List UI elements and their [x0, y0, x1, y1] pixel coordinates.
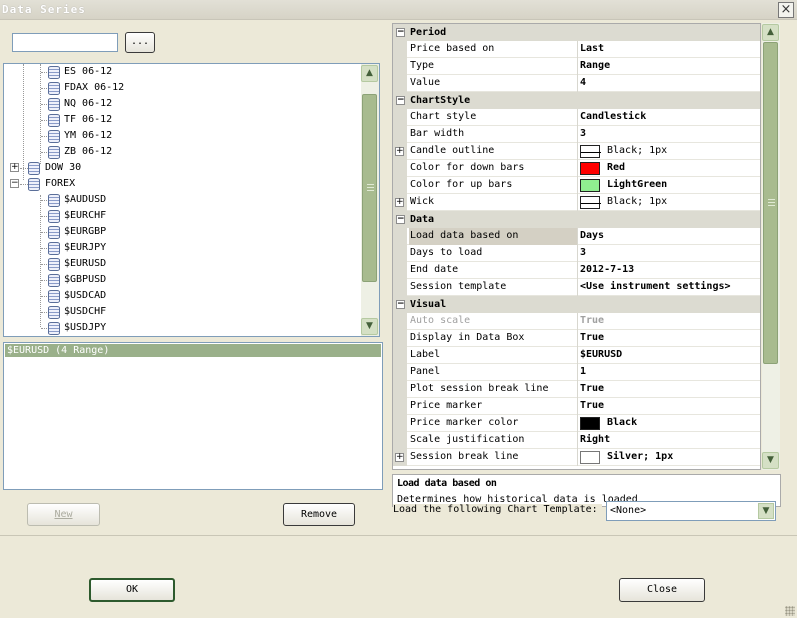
scrollbar-thumb[interactable]: [763, 42, 778, 364]
resize-grip-icon[interactable]: [785, 606, 795, 616]
ok-button[interactable]: OK: [89, 578, 175, 602]
color-swatch-red: [580, 162, 600, 175]
property-grid[interactable]: − Period Price based on Last Type Range …: [392, 23, 761, 470]
property-chart-style[interactable]: Chart style Candlestick: [393, 109, 760, 126]
property-session-template[interactable]: Session template <Use instrument setting…: [393, 279, 760, 296]
color-swatch-black: [580, 417, 600, 430]
database-icon: [48, 114, 60, 127]
dialog-body: ... ES 06-12 FDAX 06-12 NQ 06-12 TF 06-1…: [0, 20, 797, 618]
database-icon: [48, 322, 60, 335]
expand-icon[interactable]: +: [395, 453, 404, 462]
divider: [0, 535, 797, 536]
stroke-swatch: [580, 451, 600, 464]
database-icon: [48, 226, 60, 239]
instrument-search-input[interactable]: [12, 33, 118, 52]
property-price-marker[interactable]: Price marker True: [393, 398, 760, 415]
property-price-based-on[interactable]: Price based on Last: [393, 41, 760, 58]
category-data[interactable]: − Data: [393, 211, 760, 228]
database-icon: [28, 178, 40, 191]
property-grid-scrollbar[interactable]: ▲ ▼: [762, 23, 780, 470]
tree-scrollbar[interactable]: ▲ ▼: [361, 64, 379, 336]
scrollbar-thumb[interactable]: [362, 94, 377, 282]
database-icon: [48, 66, 60, 79]
stroke-swatch: [580, 145, 601, 158]
database-icon: [48, 98, 60, 111]
scroll-down-icon[interactable]: ▼: [762, 452, 779, 469]
property-bar-width[interactable]: Bar width 3: [393, 126, 760, 143]
property-value[interactable]: Value 4: [393, 75, 760, 92]
collapse-icon[interactable]: −: [396, 215, 405, 224]
category-chart-style[interactable]: − ChartStyle: [393, 92, 760, 109]
property-end-date[interactable]: End date 2012-7-13: [393, 262, 760, 279]
property-panel[interactable]: Panel 1: [393, 364, 760, 381]
database-icon: [48, 130, 60, 143]
scroll-down-icon[interactable]: ▼: [361, 318, 378, 335]
database-icon: [48, 258, 60, 271]
property-load-data-based-on[interactable]: Load data based on Days: [393, 228, 760, 245]
property-color-down-bars[interactable]: Color for down bars Red: [393, 160, 760, 177]
property-scale-justification[interactable]: Scale justification Right: [393, 432, 760, 449]
scroll-up-icon[interactable]: ▲: [762, 24, 779, 41]
series-item-selected[interactable]: $EURUSD (4 Range): [5, 344, 381, 357]
series-list[interactable]: $EURUSD (4 Range): [3, 342, 383, 490]
database-icon: [48, 210, 60, 223]
property-display-in-data-box[interactable]: Display in Data Box True: [393, 330, 760, 347]
database-icon: [28, 162, 40, 175]
database-icon: [48, 290, 60, 303]
scroll-up-icon[interactable]: ▲: [361, 65, 378, 82]
property-wick[interactable]: + Wick Black; 1px: [393, 194, 760, 211]
category-visual[interactable]: − Visual: [393, 296, 760, 313]
window-title: Data Series: [2, 3, 86, 16]
remove-button[interactable]: Remove: [283, 503, 355, 526]
database-icon: [48, 82, 60, 95]
database-icon: [48, 306, 60, 319]
instrument-tree[interactable]: ES 06-12 FDAX 06-12 NQ 06-12 TF 06-12 YM…: [3, 63, 380, 337]
property-plot-session-break-line[interactable]: Plot session break line True: [393, 381, 760, 398]
property-price-marker-color[interactable]: Price marker color Black: [393, 415, 760, 432]
collapse-icon[interactable]: −: [10, 179, 19, 188]
property-candle-outline[interactable]: + Candle outline Black; 1px: [393, 143, 760, 160]
stroke-swatch: [580, 196, 601, 209]
property-type[interactable]: Type Range: [393, 58, 760, 75]
expand-icon[interactable]: +: [395, 198, 404, 207]
collapse-icon[interactable]: −: [396, 96, 405, 105]
property-color-up-bars[interactable]: Color for up bars LightGreen: [393, 177, 760, 194]
chevron-down-icon[interactable]: ▼: [758, 503, 774, 519]
category-period[interactable]: − Period: [393, 24, 760, 41]
close-button[interactable]: Close: [619, 578, 705, 602]
expand-icon[interactable]: +: [10, 163, 19, 172]
title-bar[interactable]: Data Series ×: [0, 0, 797, 20]
property-auto-scale[interactable]: Auto scale True: [393, 313, 760, 330]
database-icon: [48, 194, 60, 207]
chart-template-label: Load the following Chart Template:: [393, 504, 602, 515]
database-icon: [48, 274, 60, 287]
collapse-icon[interactable]: −: [396, 28, 405, 37]
new-button[interactable]: New: [27, 503, 100, 526]
property-label[interactable]: Label $EURUSD: [393, 347, 760, 364]
collapse-icon[interactable]: −: [396, 300, 405, 309]
color-swatch-lightgreen: [580, 179, 600, 192]
database-icon: [48, 242, 60, 255]
property-session-break-line[interactable]: + Session break line Silver; 1px: [393, 449, 760, 466]
browse-button[interactable]: ...: [125, 32, 155, 53]
property-days-to-load[interactable]: Days to load 3: [393, 245, 760, 262]
database-icon: [48, 146, 60, 159]
chart-template-select[interactable]: <None> ▼: [606, 501, 776, 521]
close-icon[interactable]: ×: [778, 2, 794, 18]
expand-icon[interactable]: +: [395, 147, 404, 156]
